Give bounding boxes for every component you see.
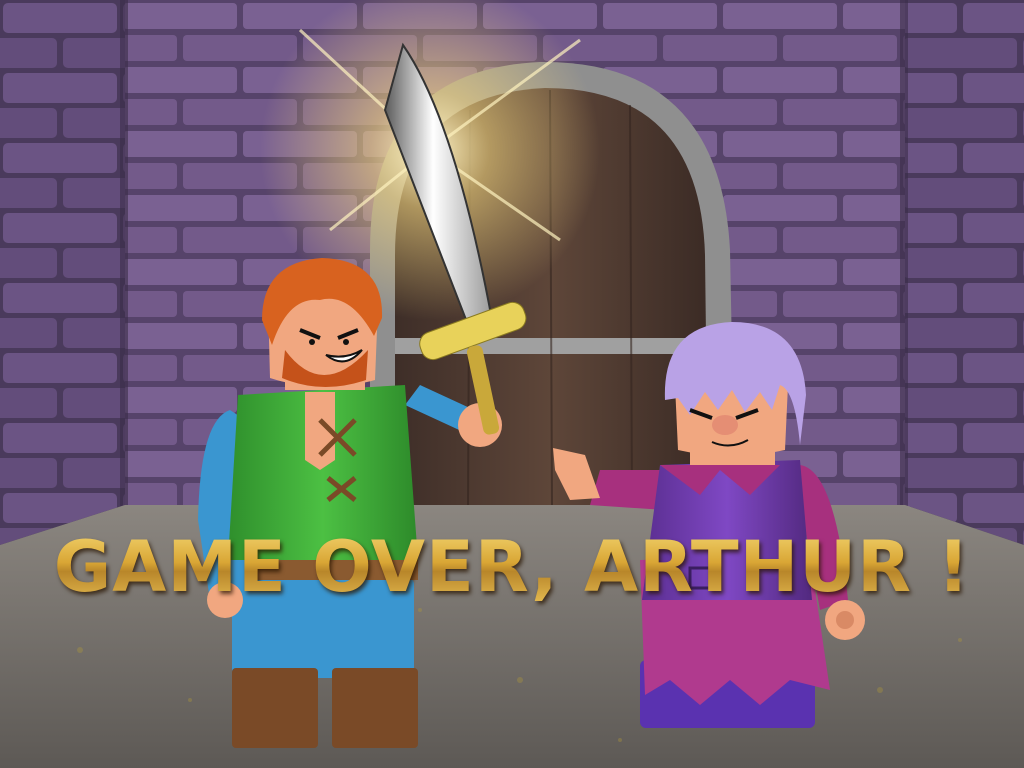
- right-wall: [905, 0, 1024, 545]
- game-over-message: GAME OVER, ARTHUR !: [0, 522, 1024, 612]
- left-wall: [0, 0, 125, 545]
- game-scene: [0, 0, 1024, 768]
